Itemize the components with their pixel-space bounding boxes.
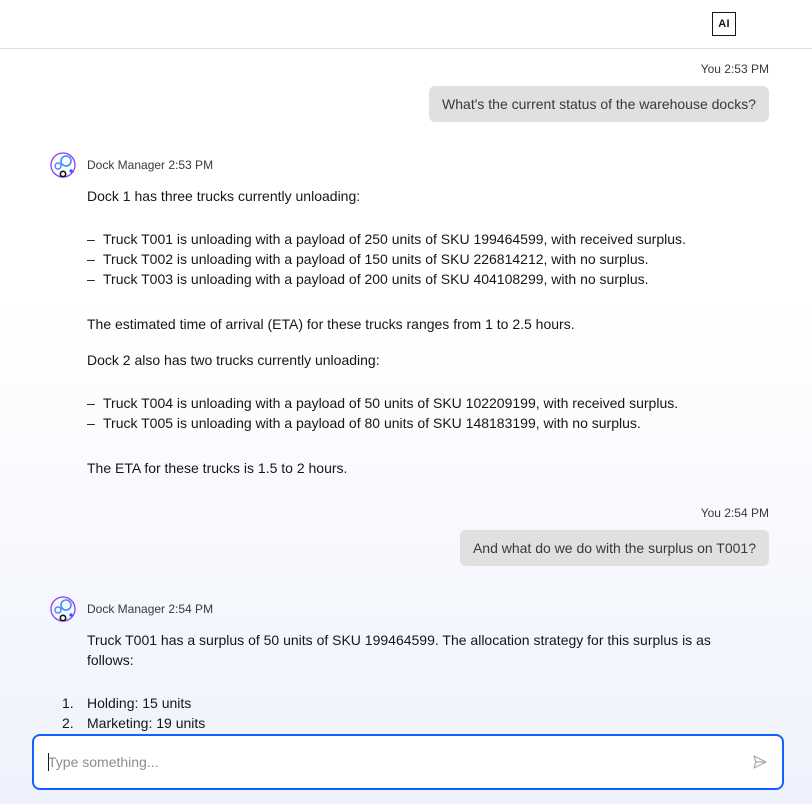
list-item: Truck T003 is unloading with a payload o… [87,269,686,289]
dock1-truck-list: Truck T001 is unloading with a payload o… [87,229,686,289]
user-message-meta: You 2:53 PM [700,62,769,76]
user-message-bubble: And what do we do with the surplus on T0… [459,530,769,566]
bot-message-text: The estimated time of arrival (ETA) for … [87,316,575,332]
list-item: 1. Holding: 15 units [62,693,205,713]
message-composer [32,734,784,790]
user-message-bubble: What's the current status of the warehou… [429,86,769,122]
bot-message-text: Dock 2 also has two trucks currently unl… [87,352,380,368]
allocation-list: 1. Holding: 15 units 2. Marketing: 19 unit… [62,693,205,733]
bot-message-text: Dock 1 has three trucks currently unload… [87,188,361,204]
text-caret [48,753,49,771]
list-item: Truck T004 is unloading with a payload o… [87,393,678,413]
list-item: Truck T002 is unloading with a payload o… [87,249,686,269]
list-item: Truck T001 is unloading with a payload o… [87,229,686,249]
list-text: Holding: 15 units [87,695,192,711]
ai-badge[interactable]: AI [712,12,736,36]
send-icon[interactable] [752,754,768,770]
bot-message-text: follows: [87,652,134,668]
list-item: 2. Marketing: 19 units [62,713,205,733]
list-item: Truck T005 is unloading with a payload o… [87,413,678,433]
bot-message-text: The ETA for these trucks is 1.5 to 2 hou… [87,460,348,476]
list-text: Marketing: 19 units [87,715,206,731]
user-message-meta: You 2:54 PM [700,506,769,520]
dock2-truck-list: Truck T004 is unloading with a payload o… [87,393,678,433]
bot-message-meta: Dock Manager 2:54 PM [87,602,214,616]
list-number: 1. [62,695,74,711]
top-bar: AI [0,0,812,49]
dock-manager-avatar-icon [50,152,76,178]
dock-manager-avatar-icon [50,596,76,622]
bot-message-text: Truck T001 has a surplus of 50 units of … [87,632,711,648]
message-input[interactable] [48,750,738,774]
bot-message-meta: Dock Manager 2:53 PM [87,158,214,172]
list-number: 2. [62,715,74,731]
